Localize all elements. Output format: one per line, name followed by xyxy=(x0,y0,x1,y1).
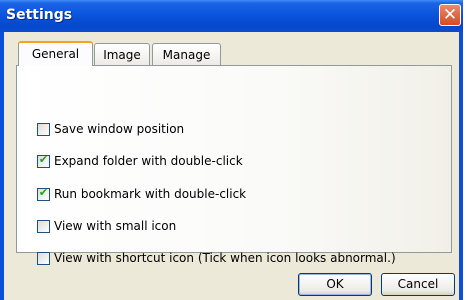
tab-image[interactable]: Image xyxy=(94,43,150,65)
option-label: View with shortcut icon (Tick when icon … xyxy=(54,251,396,265)
checkmark-icon: ✔ xyxy=(38,153,49,166)
cancel-button[interactable]: Cancel xyxy=(381,273,455,296)
option-label: Run bookmark with double-click xyxy=(54,187,247,201)
expand-folder-checkbox[interactable]: ✔ xyxy=(37,153,50,168)
title-bar[interactable]: Settings ✕ xyxy=(0,0,463,32)
option-label: View with small icon xyxy=(54,219,177,233)
close-icon: ✕ xyxy=(442,5,458,25)
close-button[interactable]: ✕ xyxy=(439,4,461,26)
ok-button[interactable]: OK xyxy=(298,273,372,296)
dialog-body: General Image Manage ✔ Save window posit… xyxy=(4,32,459,300)
small-icon-checkbox[interactable]: ✔ xyxy=(37,220,50,233)
save-window-position-checkbox[interactable]: ✔ xyxy=(37,123,50,136)
general-tab-panel: ✔ Save window position ✔ Expand folder w… xyxy=(16,65,452,265)
tab-manage[interactable]: Manage xyxy=(152,43,221,65)
shortcut-icon-checkbox[interactable]: ✔ xyxy=(37,252,50,265)
checkmark-icon: ✔ xyxy=(38,186,49,199)
settings-dialog: Settings ✕ General Image Manage ✔ Save w… xyxy=(0,0,463,300)
dialog-title: Settings xyxy=(6,7,73,23)
tab-general[interactable]: General xyxy=(18,41,93,66)
run-bookmark-checkbox[interactable]: ✔ xyxy=(37,186,50,201)
option-label: Save window position xyxy=(54,122,185,136)
option-label: Expand folder with double-click xyxy=(54,154,243,168)
